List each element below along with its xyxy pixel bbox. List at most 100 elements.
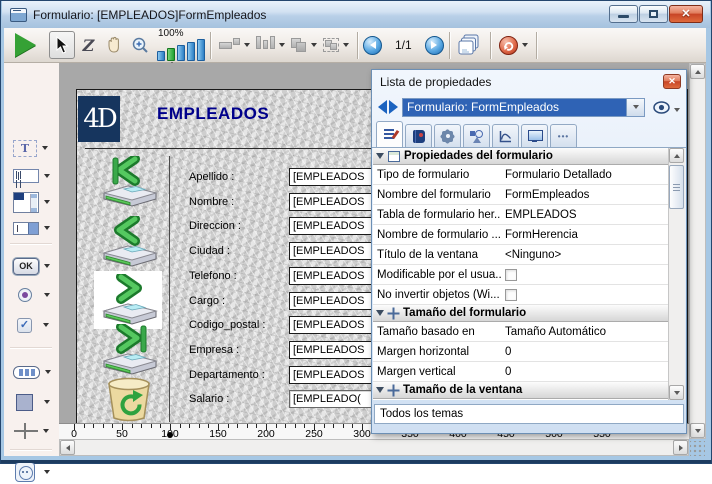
- next-record-button[interactable]: [97, 274, 161, 328]
- tab-actions[interactable]: [434, 124, 461, 147]
- field-label: Empresa :: [189, 344, 239, 356]
- checkbox-tool[interactable]: ✓: [13, 313, 49, 337]
- property-value[interactable]: FormEmpleados: [501, 189, 668, 201]
- dropdown-arrow-icon[interactable]: [44, 174, 50, 178]
- combo-dropdown-button[interactable]: [626, 99, 644, 116]
- collapse-arrow-icon[interactable]: [376, 310, 384, 316]
- previous-record-button[interactable]: [97, 216, 161, 270]
- property-value[interactable]: <Ninguno>: [501, 249, 668, 261]
- grid-scrollbar-thumb[interactable]: [669, 165, 684, 209]
- panel-close-button[interactable]: ✕: [663, 74, 681, 89]
- group-dropdown-button[interactable]: [320, 31, 352, 59]
- property-value[interactable]: FormHerencia: [501, 229, 668, 241]
- close-button[interactable]: ✕: [669, 5, 703, 23]
- distribute-dropdown-button[interactable]: [253, 31, 288, 59]
- themes-filter-status[interactable]: Todos los temas: [374, 404, 684, 424]
- property-value[interactable]: [501, 269, 668, 281]
- tab-display[interactable]: [521, 124, 548, 147]
- dropdown-arrow-icon[interactable]: [45, 370, 51, 374]
- first-record-button[interactable]: [97, 156, 161, 210]
- vertical-divider-line[interactable]: [169, 156, 170, 422]
- last-record-button[interactable]: [97, 324, 161, 378]
- radio-button-tool[interactable]: [13, 283, 50, 307]
- align-dropdown-button[interactable]: [216, 31, 253, 59]
- tab-data[interactable]: [405, 124, 432, 147]
- entry-order-tool-button[interactable]: Z: [75, 31, 101, 59]
- scroll-down-button[interactable]: [690, 423, 705, 438]
- previous-object-button[interactable]: [378, 100, 387, 114]
- combobox-tool[interactable]: [13, 216, 50, 240]
- listbox-tool[interactable]: [13, 190, 50, 214]
- zoom-bar-800[interactable]: [197, 39, 205, 61]
- next-object-button[interactable]: [389, 100, 398, 114]
- dropdown-arrow-icon[interactable]: [44, 264, 50, 268]
- detail-form-dropdown-button[interactable]: [496, 31, 531, 59]
- execute-form-button[interactable]: [12, 31, 39, 59]
- zoom-bars[interactable]: [157, 39, 205, 61]
- next-icon: [431, 41, 437, 49]
- properties-panel-titlebar[interactable]: Lista de propiedades ✕: [372, 70, 686, 93]
- layer-order-dropdown-button[interactable]: [288, 31, 320, 59]
- tab-chart[interactable]: [492, 124, 519, 147]
- text-tool[interactable]: T: [13, 136, 48, 160]
- collapse-arrow-icon[interactable]: [376, 387, 384, 393]
- dropdown-arrow-icon[interactable]: [44, 293, 50, 297]
- button-tool[interactable]: OK: [13, 254, 50, 278]
- rectangle-tool[interactable]: [13, 390, 50, 414]
- restore-button[interactable]: [639, 5, 668, 23]
- grid-scroll-up-button[interactable]: [669, 148, 684, 163]
- tab-form-properties[interactable]: [376, 121, 403, 147]
- section-header[interactable]: Tamaño de la ventana: [373, 382, 668, 399]
- zoom-bar-200[interactable]: [177, 45, 185, 61]
- dropdown-arrow-icon[interactable]: [44, 226, 50, 230]
- section-header[interactable]: Tamaño del formulario: [373, 305, 668, 322]
- next-page-button[interactable]: [425, 36, 444, 55]
- delete-record-trash-button[interactable]: [103, 376, 155, 422]
- tab-more[interactable]: •••: [550, 124, 577, 147]
- dropdown-arrow-icon[interactable]: [43, 429, 49, 433]
- titlebar[interactable]: Formulario: [EMPLEADOS]FormEmpleados ✕: [2, 1, 710, 28]
- scroll-right-button[interactable]: [673, 440, 688, 455]
- section-header[interactable]: Propiedades del formulario: [373, 148, 668, 165]
- minimize-button[interactable]: [609, 5, 638, 23]
- dropdown-arrow-icon[interactable]: [42, 146, 48, 150]
- property-value[interactable]: Tamaño Automático: [501, 326, 668, 338]
- splitter-tool[interactable]: [13, 419, 49, 443]
- pages-icon: [458, 34, 482, 56]
- move-tool-button[interactable]: [101, 31, 127, 59]
- view-options-button[interactable]: [653, 101, 680, 114]
- zoom-bar-100[interactable]: [167, 48, 175, 61]
- horizontal-scrollbar[interactable]: [59, 439, 689, 456]
- form-title-text[interactable]: EMPLEADOS: [157, 104, 269, 124]
- align-icon: [219, 36, 240, 54]
- dropdown-arrow-icon[interactable]: [43, 323, 49, 327]
- property-value[interactable]: Formulario Detallado: [501, 169, 668, 181]
- zoom-widget[interactable]: 100%: [157, 29, 205, 61]
- zoom-bar-400[interactable]: [187, 42, 195, 61]
- resize-grip[interactable]: [690, 441, 705, 456]
- object-selector-combo[interactable]: Formulario: FormEmpleados: [402, 98, 645, 117]
- input-field-tool[interactable]: [13, 164, 50, 188]
- vertical-scrollbar[interactable]: [689, 63, 706, 439]
- dropdown-arrow-icon[interactable]: [44, 470, 50, 474]
- property-value[interactable]: [501, 289, 668, 301]
- property-value[interactable]: 0: [501, 366, 668, 378]
- property-checkbox[interactable]: [505, 289, 517, 301]
- zoom-tool-button[interactable]: [127, 31, 153, 59]
- scroll-up-button[interactable]: [690, 64, 705, 79]
- collapse-arrow-icon[interactable]: [376, 153, 384, 159]
- select-tool-button[interactable]: [49, 31, 75, 59]
- scroll-left-button[interactable]: [60, 440, 75, 455]
- grid-scroll-down-button[interactable]: [669, 385, 684, 400]
- tab-objects[interactable]: [463, 124, 490, 147]
- dropdown-arrow-icon[interactable]: [44, 200, 50, 204]
- previous-page-button[interactable]: [363, 36, 382, 55]
- property-value[interactable]: EMPLEADOS: [501, 209, 668, 221]
- property-checkbox[interactable]: [505, 269, 517, 281]
- pages-list-button[interactable]: [455, 31, 485, 59]
- zoom-bar-50[interactable]: [157, 51, 165, 61]
- dropdown-arrow-icon[interactable]: [44, 400, 50, 404]
- property-value[interactable]: 0: [501, 346, 668, 358]
- object-selector-row: Formulario: FormEmpleados: [372, 93, 686, 121]
- tab-control-tool[interactable]: [13, 360, 51, 384]
